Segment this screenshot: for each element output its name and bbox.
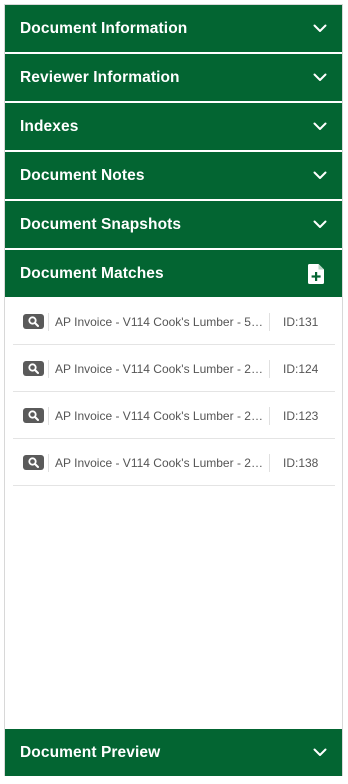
section-title: Document Snapshots [20, 215, 182, 233]
chevron-down-icon[interactable] [312, 745, 328, 761]
section-reviewer-information[interactable]: Reviewer Information [5, 54, 342, 101]
match-name: AP Invoice - V114 Cook's Lumber - 25... [55, 408, 265, 423]
magnifier-icon[interactable] [23, 455, 44, 470]
magnifier-icon[interactable] [23, 314, 44, 329]
document-side-panel: Document Information Reviewer Informatio… [4, 4, 343, 776]
section-title: Document Preview [20, 743, 161, 761]
match-id: ID:124 [283, 361, 319, 376]
section-title: Reviewer Information [20, 68, 180, 86]
divider [48, 406, 49, 425]
divider [269, 359, 270, 378]
section-document-snapshots[interactable]: Document Snapshots [5, 201, 342, 248]
section-document-preview[interactable]: Document Preview [5, 729, 342, 776]
document-matches-list: AP Invoice - V114 Cook's Lumber - 52... … [5, 299, 342, 729]
list-item[interactable]: AP Invoice - V114 Cook's Lumber - 52... … [13, 299, 335, 345]
divider [48, 453, 49, 472]
section-document-matches[interactable]: Document Matches [5, 250, 342, 297]
match-id: ID:123 [283, 408, 319, 423]
match-name: AP Invoice - V114 Cook's Lumber - 25... [55, 361, 265, 376]
divider [269, 453, 270, 472]
match-name: AP Invoice - V114 Cook's Lumber - 52... [55, 314, 265, 329]
chevron-down-icon[interactable] [312, 119, 328, 135]
match-id: ID:131 [283, 314, 319, 329]
section-document-information[interactable]: Document Information [5, 5, 342, 52]
chevron-down-icon[interactable] [312, 21, 328, 37]
match-name: AP Invoice - V114 Cook's Lumber - 25... [55, 455, 265, 470]
section-title: Document Information [20, 19, 188, 37]
magnifier-icon[interactable] [23, 361, 44, 376]
chevron-down-icon[interactable] [312, 217, 328, 233]
divider [48, 312, 49, 331]
section-title: Document Matches [20, 264, 164, 282]
list-item[interactable]: AP Invoice - V114 Cook's Lumber - 25... … [13, 440, 335, 486]
section-indexes[interactable]: Indexes [5, 103, 342, 150]
section-title: Indexes [20, 117, 79, 135]
list-item[interactable]: AP Invoice - V114 Cook's Lumber - 25... … [13, 346, 335, 392]
divider [269, 406, 270, 425]
list-item[interactable]: AP Invoice - V114 Cook's Lumber - 25... … [13, 393, 335, 439]
chevron-down-icon[interactable] [312, 168, 328, 184]
divider [269, 312, 270, 331]
magnifier-icon[interactable] [23, 408, 44, 423]
section-document-notes[interactable]: Document Notes [5, 152, 342, 199]
section-title: Document Notes [20, 166, 145, 184]
divider [48, 359, 49, 378]
match-id: ID:138 [283, 455, 319, 470]
chevron-down-icon[interactable] [312, 70, 328, 86]
add-document-icon[interactable] [306, 263, 326, 285]
